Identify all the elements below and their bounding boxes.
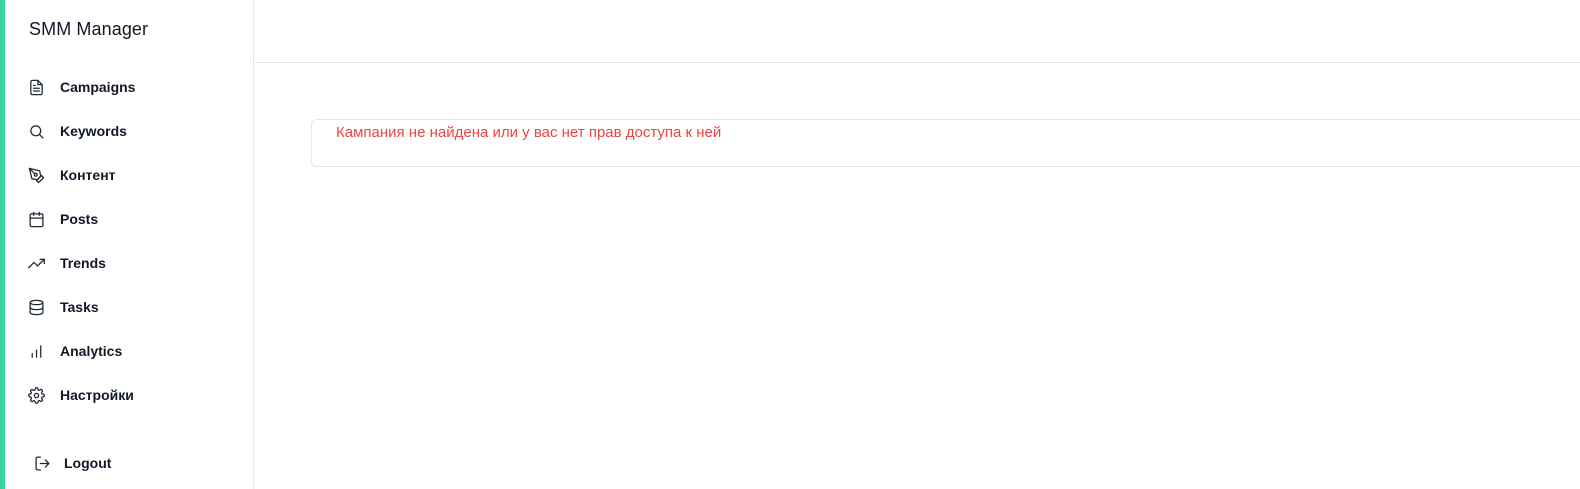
sidebar-item-settings[interactable]: Настройки	[5, 373, 254, 417]
calendar-icon	[27, 210, 45, 228]
search-icon	[27, 122, 45, 140]
sidebar-item-label: Trends	[60, 255, 106, 271]
error-message: Кампания не найдена или у вас нет прав д…	[336, 124, 722, 141]
sidebar-item-label: Keywords	[60, 123, 127, 139]
main-content: Кампания не найдена или у вас нет прав д…	[255, 63, 1580, 489]
logout-button[interactable]: Logout	[5, 443, 254, 483]
logout-label: Logout	[64, 455, 112, 471]
logout-icon	[33, 454, 51, 472]
sidebar-item-label: Analytics	[60, 343, 123, 359]
sidebar-nav: Campaigns Keywords Контент Posts Trends …	[5, 65, 254, 417]
pen-tool-icon	[27, 166, 45, 184]
trending-up-icon	[27, 254, 45, 272]
gear-icon	[27, 386, 45, 404]
app-root: SMM Manager Campaigns Keywords Контент P…	[0, 0, 1580, 489]
sidebar-item-trends[interactable]: Trends	[5, 241, 254, 285]
sidebar-item-posts[interactable]: Posts	[5, 197, 254, 241]
file-text-icon	[27, 78, 45, 96]
sidebar-item-campaigns[interactable]: Campaigns	[5, 65, 254, 109]
sidebar-item-keywords[interactable]: Keywords	[5, 109, 254, 153]
sidebar-item-label: Контент	[60, 167, 116, 183]
sidebar-item-label: Tasks	[60, 299, 99, 315]
top-bar	[255, 0, 1580, 63]
sidebar-item-label: Posts	[60, 211, 99, 227]
sidebar-item-tasks[interactable]: Tasks	[5, 285, 254, 329]
sidebar: SMM Manager Campaigns Keywords Контент P…	[5, 0, 254, 489]
error-card: Кампания не найдена или у вас нет прав д…	[311, 119, 1580, 167]
sidebar-item-analytics[interactable]: Analytics	[5, 329, 254, 373]
sidebar-item-content[interactable]: Контент	[5, 153, 254, 197]
database-icon	[27, 298, 45, 316]
sidebar-item-label: Campaigns	[60, 79, 136, 95]
brand-title: SMM Manager	[29, 19, 149, 39]
sidebar-item-label: Настройки	[60, 387, 134, 403]
bar-chart-icon	[27, 342, 45, 360]
